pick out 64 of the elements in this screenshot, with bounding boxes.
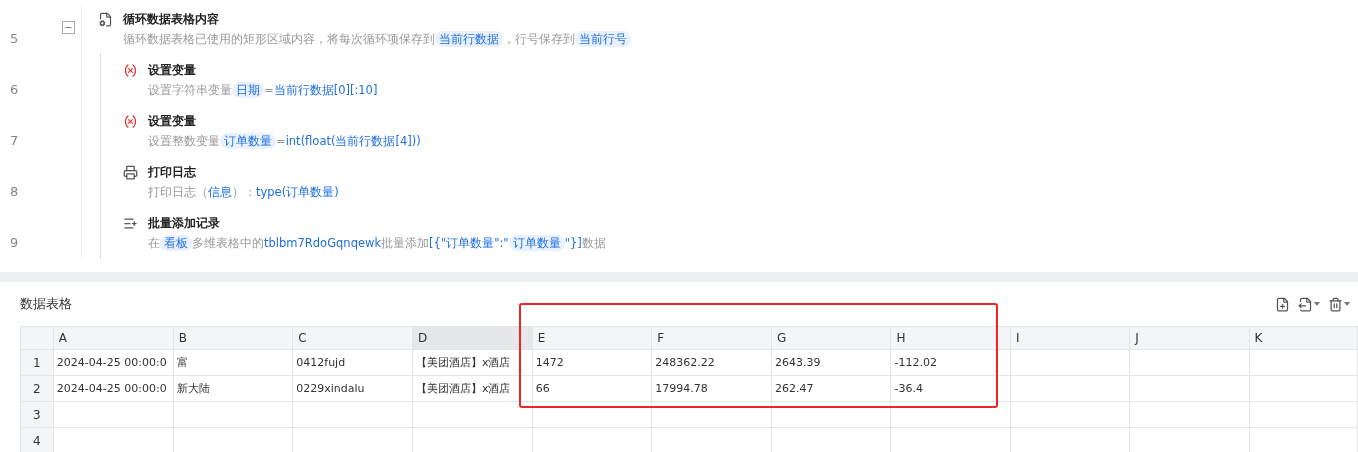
caret-icon [1314,302,1320,306]
add-file-button[interactable] [1275,296,1290,312]
variable-tag: 订单数量 [220,133,276,149]
table-cell: 17994.78 [651,375,772,402]
table-cell: -36.4 [890,375,1011,402]
variable-tag: 日期 [232,82,264,98]
column-header[interactable]: B [173,326,293,350]
table-cell: 富 [173,349,293,376]
line-number: 9 [10,235,20,250]
row-number: 3 [20,401,54,428]
line-number: 8 [10,184,20,199]
variable-tag: 看板 [160,235,192,251]
step-description: 打印日志（信息）：type(订单数量) [147,184,339,201]
step-description: 设置字符串变量 日期 =当前行数据[0][:10] [147,81,378,100]
function-icon [123,113,138,129]
table-cell: 2024-04-25 00:00:0 [53,349,174,376]
export-button[interactable] [1298,296,1320,312]
row-number: 2 [20,375,54,402]
row-number: 1 [20,349,54,376]
step-title: 设置变量 [148,112,196,130]
table-cell: 0412fujd [292,349,413,376]
line-number: 5 [10,31,20,46]
step-description: 循环数据表格已使用的矩形区域内容，将每次循环项保存到 当前行数据 ，行号保存到 当前行号 [98,29,631,49]
function-icon [123,62,138,78]
step-title: 设置变量 [148,61,196,79]
line-number: 6 [10,82,20,97]
column-header[interactable]: H [890,326,1011,350]
row-number: 4 [20,427,54,452]
list-add-icon [123,215,138,231]
printer-icon [123,164,138,180]
table-cell: 262.47 [771,375,891,402]
column-header[interactable]: E [532,326,652,350]
column-header[interactable]: I [1010,326,1130,350]
column-header[interactable]: J [1129,326,1249,350]
column-header[interactable]: K [1249,326,1358,350]
variable-tag: 当前行号 [575,31,631,47]
column-header[interactable]: G [771,326,891,350]
line-number: 7 [10,133,20,148]
table-cell: -112.02 [890,349,1011,376]
panel-title: 数据表格 [20,295,72,313]
step-description: 设置整数变量 订单数量 =int(float(当前行数据[4])) [147,132,421,151]
table-cell: 1472 [532,349,652,376]
table-cell: 【美团酒店】x酒店 [412,375,533,402]
table-cell: 66 [532,375,652,402]
delete-button[interactable] [1328,296,1350,312]
column-header[interactable]: F [651,326,772,350]
variable-tag: 当前行数据 [435,31,503,47]
variable-tag: 订单数量 [508,235,565,251]
table-cell: 248362.22 [651,349,772,376]
step-title: 批量添加记录 [148,214,220,232]
step-title: 打印日志 [148,163,196,181]
table-cell: 【美团酒店】x酒店 [412,349,533,376]
document-gear-icon [98,11,113,27]
step-title: 循环数据表格内容 [123,10,219,28]
collapse-toggle[interactable] [62,21,75,34]
column-header[interactable]: C [292,326,413,350]
table-cell: 新大陆 [173,375,293,402]
table-cell: 2643.39 [771,349,891,376]
caret-icon [1344,302,1350,306]
table-cell: 2024-04-25 00:00:0 [53,375,174,402]
column-header[interactable]: D [412,326,533,350]
step-description: 在 看板 多维表格中的tblbm7RdoGqnqewk批量添加[{"订单数量":" 订单数量 "}]数据 [147,234,606,253]
column-header[interactable]: A [53,326,174,350]
table-cell: 0229xindalu [292,375,413,402]
